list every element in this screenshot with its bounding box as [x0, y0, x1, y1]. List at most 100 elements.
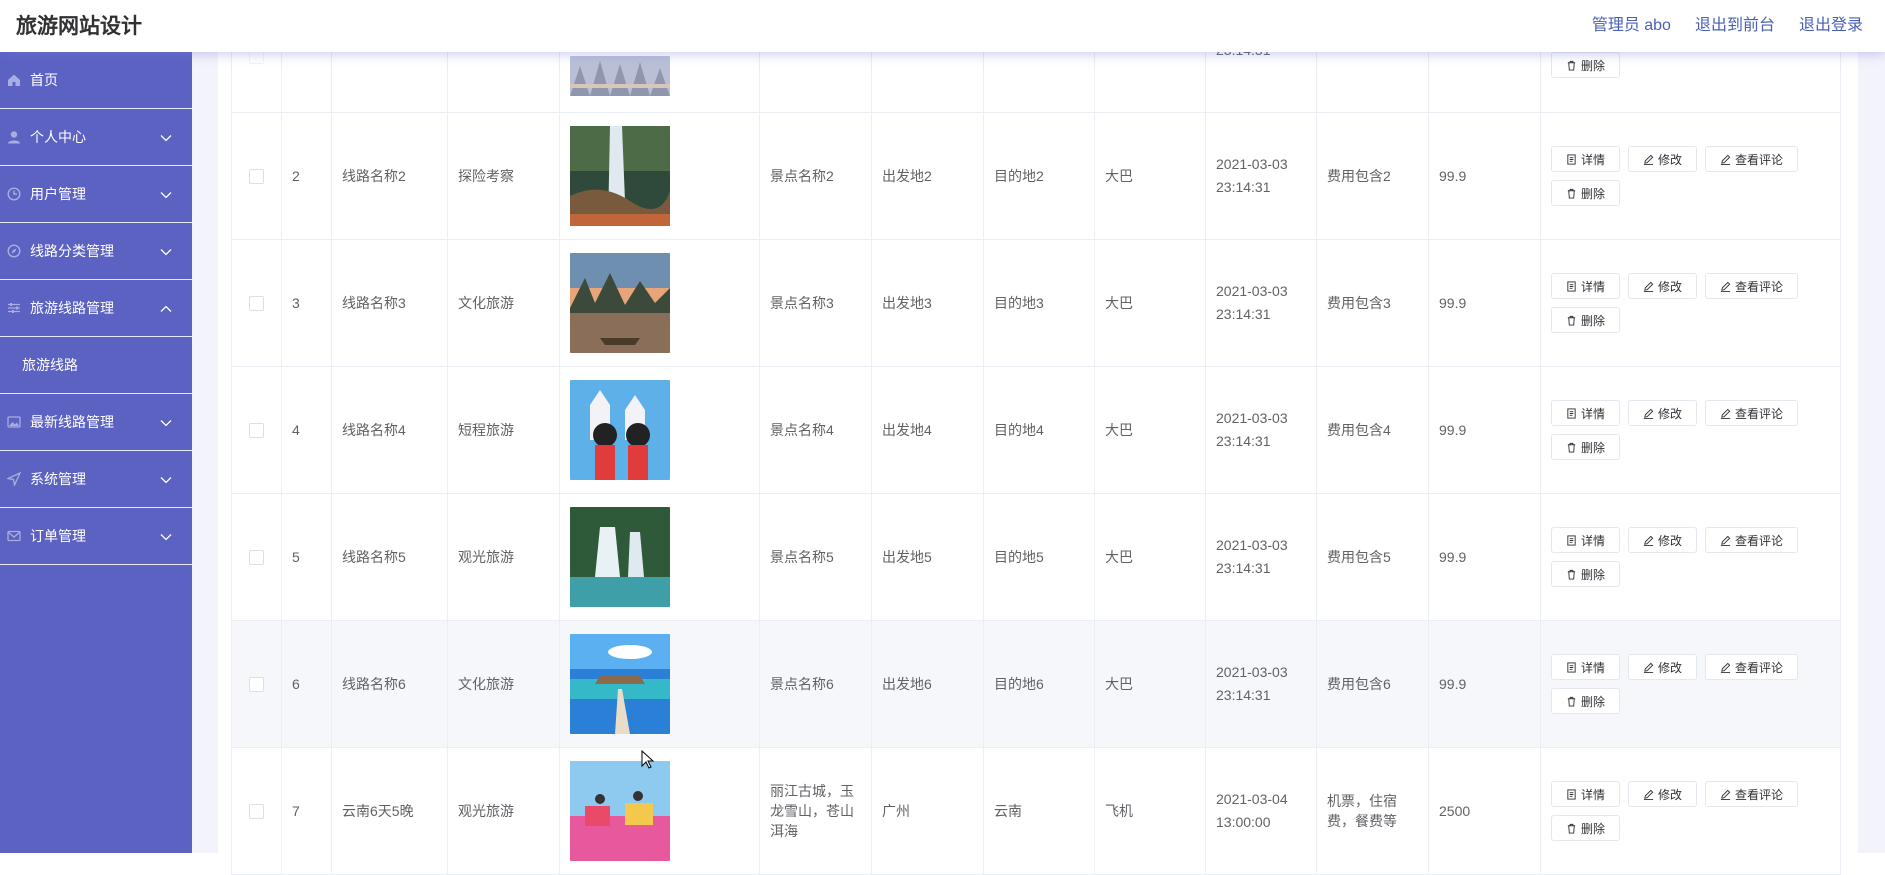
edit-icon [1720, 535, 1731, 546]
departure: 出发地5 [871, 493, 984, 621]
table-row: 3 线路名称3 文化旅游 景点名称3 出发地3 目的地3 大巴 2021-03-… [231, 239, 1841, 367]
edit-button[interactable]: 修改 [1628, 654, 1698, 680]
row-actions: 详情 修改 查看评论 删除 [1551, 781, 1811, 841]
view-comments-button[interactable]: 查看评论 [1705, 273, 1799, 299]
row-checkbox[interactable] [249, 168, 264, 184]
sidebar-item-system-management[interactable]: 系统管理 [0, 451, 192, 508]
route-date: 2021-03-03 [1216, 537, 1288, 553]
chevron-up-icon [160, 300, 172, 316]
view-comments-button[interactable]: 查看评论 [1705, 654, 1799, 680]
sidebar-subitem-travel-routes[interactable]: 旅游线路 [0, 337, 192, 394]
scenic-spot: 景点名称6 [759, 620, 872, 748]
edit-button[interactable]: 修改 [1628, 273, 1698, 299]
detail-button[interactable]: 详情 [1551, 527, 1621, 553]
row-checkbox[interactable] [249, 803, 264, 819]
edit-icon [1643, 789, 1654, 800]
route-date: 2021-03-03 [1216, 283, 1288, 299]
delete-button[interactable]: 删除 [1551, 434, 1621, 460]
view-comments-button[interactable]: 查看评论 [1705, 400, 1799, 426]
scenic-spot: 景点名称3 [759, 239, 872, 367]
routes-table-wrap: 23:14:31 删除 2 线路名称2 探险考察 [231, 0, 1841, 875]
row-index: 6 [281, 620, 332, 748]
route-name: 线路名称5 [331, 493, 448, 621]
routes-table: 23:14:31 删除 2 线路名称2 探险考察 [231, 0, 1841, 875]
route-time: 23:14:31 [1216, 433, 1271, 449]
route-time: 23:14:31 [1216, 687, 1271, 703]
edit-icon [1643, 535, 1654, 546]
logout-link[interactable]: 退出登录 [1799, 11, 1863, 35]
detail-button[interactable]: 详情 [1551, 400, 1621, 426]
edit-button[interactable]: 修改 [1628, 400, 1698, 426]
route-category: 短程旅游 [447, 366, 560, 494]
detail-button[interactable]: 详情 [1551, 654, 1621, 680]
sidebar-item-latest-routes[interactable]: 最新线路管理 [0, 394, 192, 451]
route-name: 云南6天5晚 [331, 747, 448, 875]
document-icon [1567, 661, 1576, 673]
sidebar-item-label: 线路分类管理 [30, 243, 114, 259]
delete-button[interactable]: 删除 [1551, 688, 1621, 714]
chevron-down-icon [160, 414, 172, 430]
edit-button[interactable]: 修改 [1628, 146, 1698, 172]
detail-button[interactable]: 详情 [1551, 146, 1621, 172]
view-comments-button[interactable]: 查看评论 [1705, 527, 1799, 553]
route-image-beach-pier [570, 634, 670, 734]
chevron-down-icon [160, 471, 172, 487]
route-name: 线路名称6 [331, 620, 448, 748]
sidebar: 首页 个人中心 用户管理 线路分类管理 旅游线路管理 旅游线路 最新线路管理 系… [0, 52, 192, 853]
route-category: 探险考察 [447, 112, 560, 240]
transport: 大巴 [1094, 366, 1206, 494]
scenic-spot: 景点名称5 [759, 493, 872, 621]
route-date: 2021-03-03 [1216, 410, 1288, 426]
detail-button[interactable]: 详情 [1551, 781, 1621, 807]
delete-button[interactable]: 删除 [1551, 561, 1621, 587]
fee-includes: 费用包含4 [1316, 366, 1429, 494]
sidebar-item-order-management[interactable]: 订单管理 [0, 508, 192, 565]
destination: 目的地4 [983, 366, 1095, 494]
route-category: 观光旅游 [447, 493, 560, 621]
edit-button[interactable]: 修改 [1628, 527, 1698, 553]
fee-includes: 费用包含6 [1316, 620, 1429, 748]
delete-button[interactable]: 删除 [1551, 180, 1621, 206]
transport: 大巴 [1094, 239, 1206, 367]
sidebar-item-route-management[interactable]: 旅游线路管理 [0, 280, 192, 337]
back-to-frontend-link[interactable]: 退出到前台 [1695, 11, 1775, 35]
sidebar-item-personal-center[interactable]: 个人中心 [0, 109, 192, 166]
fee-includes: 费用包含2 [1316, 112, 1429, 240]
departure: 出发地2 [871, 112, 984, 240]
delete-button[interactable]: 删除 [1551, 307, 1621, 333]
picture-icon [6, 414, 22, 430]
sidebar-item-home[interactable]: 首页 [0, 52, 192, 109]
row-actions: 详情 修改 查看评论 删除 [1551, 146, 1811, 206]
fee-includes: 机票，住宿费，餐费等 [1316, 747, 1429, 875]
admin-user-link[interactable]: 管理员 abo [1592, 11, 1671, 35]
edit-button[interactable]: 修改 [1628, 781, 1698, 807]
delete-button[interactable]: 删除 [1551, 52, 1621, 78]
trash-icon [1567, 442, 1576, 453]
trash-icon [1567, 60, 1576, 71]
delete-button[interactable]: 删除 [1551, 815, 1621, 841]
table-panel: 23:14:31 删除 2 线路名称2 探险考察 [218, 0, 1858, 875]
row-checkbox[interactable] [249, 549, 264, 565]
row-checkbox[interactable] [249, 422, 264, 438]
row-checkbox[interactable] [249, 676, 264, 692]
route-image-theme-park [570, 380, 670, 480]
destination: 目的地3 [983, 239, 1095, 367]
sidebar-item-route-category[interactable]: 线路分类管理 [0, 223, 192, 280]
edit-icon [1643, 662, 1654, 673]
chevron-down-icon [160, 129, 172, 145]
view-comments-button[interactable]: 查看评论 [1705, 146, 1799, 172]
sidebar-item-label: 系统管理 [30, 471, 86, 487]
scenic-spot: 景点名称2 [759, 112, 872, 240]
view-comments-button[interactable]: 查看评论 [1705, 781, 1799, 807]
sidebar-item-user-management[interactable]: 用户管理 [0, 166, 192, 223]
route-image-jungle-waterfall [570, 507, 670, 607]
scenic-spot: 丽江古城，玉龙雪山，苍山洱海 [759, 747, 872, 875]
row-checkbox[interactable] [249, 295, 264, 311]
price: 99.9 [1428, 112, 1541, 240]
row-index: 2 [281, 112, 332, 240]
route-image-flower-field [570, 761, 670, 861]
detail-button[interactable]: 详情 [1551, 273, 1621, 299]
scenic-spot: 景点名称4 [759, 366, 872, 494]
route-category: 文化旅游 [447, 239, 560, 367]
edit-icon [1643, 154, 1654, 165]
